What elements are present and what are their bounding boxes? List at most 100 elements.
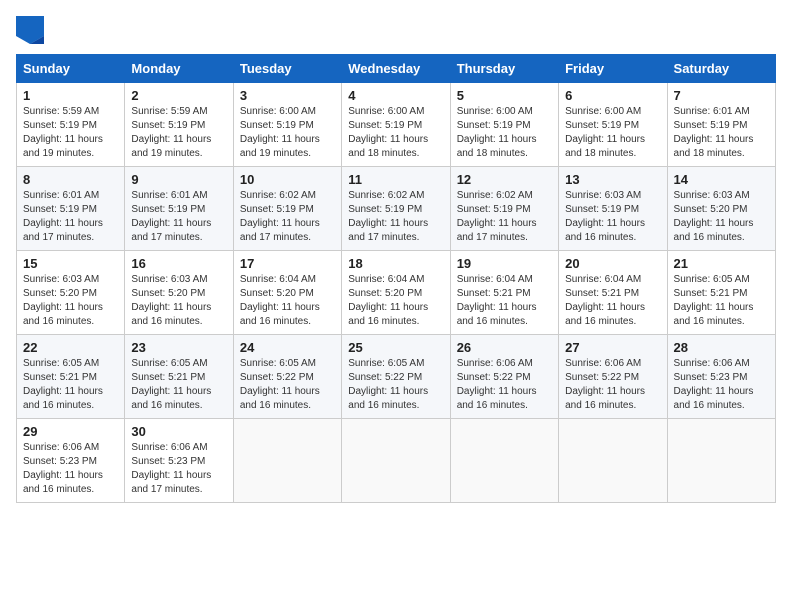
calendar-day: 1 Sunrise: 5:59 AMSunset: 5:19 PMDayligh… [17,83,125,167]
day-info: Sunrise: 6:02 AMSunset: 5:19 PMDaylight:… [240,190,320,243]
calendar-week-2: 8 Sunrise: 6:01 AMSunset: 5:19 PMDayligh… [17,167,776,251]
calendar-day [450,419,558,503]
calendar-day: 15 Sunrise: 6:03 AMSunset: 5:20 PMDaylig… [17,251,125,335]
day-number: 18 [348,256,443,271]
column-header-wednesday: Wednesday [342,55,450,83]
column-header-monday: Monday [125,55,233,83]
day-info: Sunrise: 6:01 AMSunset: 5:19 PMDaylight:… [23,190,103,243]
calendar-day: 2 Sunrise: 5:59 AMSunset: 5:19 PMDayligh… [125,83,233,167]
calendar-day: 14 Sunrise: 6:03 AMSunset: 5:20 PMDaylig… [667,167,775,251]
column-header-thursday: Thursday [450,55,558,83]
calendar-day: 7 Sunrise: 6:01 AMSunset: 5:19 PMDayligh… [667,83,775,167]
day-number: 7 [674,88,769,103]
day-number: 13 [565,172,660,187]
day-info: Sunrise: 6:06 AMSunset: 5:22 PMDaylight:… [457,358,537,411]
day-info: Sunrise: 6:05 AMSunset: 5:22 PMDaylight:… [240,358,320,411]
calendar-table: SundayMondayTuesdayWednesdayThursdayFrid… [16,54,776,503]
calendar-day [342,419,450,503]
logo-icon [16,16,44,44]
column-header-tuesday: Tuesday [233,55,341,83]
calendar-day: 5 Sunrise: 6:00 AMSunset: 5:19 PMDayligh… [450,83,558,167]
column-header-sunday: Sunday [17,55,125,83]
calendar-day: 23 Sunrise: 6:05 AMSunset: 5:21 PMDaylig… [125,335,233,419]
calendar-day: 10 Sunrise: 6:02 AMSunset: 5:19 PMDaylig… [233,167,341,251]
calendar-day [559,419,667,503]
day-number: 15 [23,256,118,271]
calendar-day: 8 Sunrise: 6:01 AMSunset: 5:19 PMDayligh… [17,167,125,251]
day-number: 6 [565,88,660,103]
day-info: Sunrise: 5:59 AMSunset: 5:19 PMDaylight:… [23,106,103,159]
day-info: Sunrise: 6:00 AMSunset: 5:19 PMDaylight:… [565,106,645,159]
day-number: 2 [131,88,226,103]
calendar-day: 20 Sunrise: 6:04 AMSunset: 5:21 PMDaylig… [559,251,667,335]
calendar-day: 18 Sunrise: 6:04 AMSunset: 5:20 PMDaylig… [342,251,450,335]
calendar-day: 26 Sunrise: 6:06 AMSunset: 5:22 PMDaylig… [450,335,558,419]
day-info: Sunrise: 6:05 AMSunset: 5:21 PMDaylight:… [131,358,211,411]
day-number: 8 [23,172,118,187]
day-number: 22 [23,340,118,355]
day-info: Sunrise: 6:06 AMSunset: 5:23 PMDaylight:… [674,358,754,411]
day-info: Sunrise: 6:01 AMSunset: 5:19 PMDaylight:… [131,190,211,243]
calendar-day: 6 Sunrise: 6:00 AMSunset: 5:19 PMDayligh… [559,83,667,167]
calendar-day: 17 Sunrise: 6:04 AMSunset: 5:20 PMDaylig… [233,251,341,335]
day-info: Sunrise: 6:06 AMSunset: 5:23 PMDaylight:… [23,442,103,495]
day-info: Sunrise: 6:06 AMSunset: 5:23 PMDaylight:… [131,442,211,495]
calendar-day: 27 Sunrise: 6:06 AMSunset: 5:22 PMDaylig… [559,335,667,419]
day-info: Sunrise: 6:00 AMSunset: 5:19 PMDaylight:… [348,106,428,159]
day-info: Sunrise: 6:02 AMSunset: 5:19 PMDaylight:… [457,190,537,243]
day-info: Sunrise: 6:04 AMSunset: 5:21 PMDaylight:… [565,274,645,327]
day-number: 27 [565,340,660,355]
calendar-header-row: SundayMondayTuesdayWednesdayThursdayFrid… [17,55,776,83]
day-number: 11 [348,172,443,187]
day-number: 25 [348,340,443,355]
day-number: 16 [131,256,226,271]
day-number: 26 [457,340,552,355]
day-info: Sunrise: 6:03 AMSunset: 5:20 PMDaylight:… [23,274,103,327]
day-info: Sunrise: 5:59 AMSunset: 5:19 PMDaylight:… [131,106,211,159]
logo [16,16,48,44]
day-info: Sunrise: 6:04 AMSunset: 5:21 PMDaylight:… [457,274,537,327]
calendar-day: 11 Sunrise: 6:02 AMSunset: 5:19 PMDaylig… [342,167,450,251]
day-number: 17 [240,256,335,271]
day-number: 30 [131,424,226,439]
calendar-week-4: 22 Sunrise: 6:05 AMSunset: 5:21 PMDaylig… [17,335,776,419]
day-number: 21 [674,256,769,271]
day-number: 4 [348,88,443,103]
day-info: Sunrise: 6:01 AMSunset: 5:19 PMDaylight:… [674,106,754,159]
column-header-friday: Friday [559,55,667,83]
day-number: 23 [131,340,226,355]
calendar-day: 16 Sunrise: 6:03 AMSunset: 5:20 PMDaylig… [125,251,233,335]
day-number: 12 [457,172,552,187]
day-number: 9 [131,172,226,187]
day-info: Sunrise: 6:02 AMSunset: 5:19 PMDaylight:… [348,190,428,243]
calendar-day: 25 Sunrise: 6:05 AMSunset: 5:22 PMDaylig… [342,335,450,419]
calendar-day: 30 Sunrise: 6:06 AMSunset: 5:23 PMDaylig… [125,419,233,503]
calendar-day: 3 Sunrise: 6:00 AMSunset: 5:19 PMDayligh… [233,83,341,167]
day-info: Sunrise: 6:03 AMSunset: 5:19 PMDaylight:… [565,190,645,243]
day-number: 3 [240,88,335,103]
day-number: 24 [240,340,335,355]
calendar-day [233,419,341,503]
calendar-week-1: 1 Sunrise: 5:59 AMSunset: 5:19 PMDayligh… [17,83,776,167]
calendar-day [667,419,775,503]
calendar-day: 21 Sunrise: 6:05 AMSunset: 5:21 PMDaylig… [667,251,775,335]
calendar-day: 29 Sunrise: 6:06 AMSunset: 5:23 PMDaylig… [17,419,125,503]
calendar-week-5: 29 Sunrise: 6:06 AMSunset: 5:23 PMDaylig… [17,419,776,503]
day-info: Sunrise: 6:03 AMSunset: 5:20 PMDaylight:… [674,190,754,243]
day-number: 20 [565,256,660,271]
column-header-saturday: Saturday [667,55,775,83]
day-info: Sunrise: 6:03 AMSunset: 5:20 PMDaylight:… [131,274,211,327]
calendar-day: 12 Sunrise: 6:02 AMSunset: 5:19 PMDaylig… [450,167,558,251]
calendar-day: 9 Sunrise: 6:01 AMSunset: 5:19 PMDayligh… [125,167,233,251]
day-number: 10 [240,172,335,187]
day-info: Sunrise: 6:05 AMSunset: 5:21 PMDaylight:… [23,358,103,411]
day-info: Sunrise: 6:00 AMSunset: 5:19 PMDaylight:… [457,106,537,159]
calendar-day: 13 Sunrise: 6:03 AMSunset: 5:19 PMDaylig… [559,167,667,251]
page-header [16,16,776,44]
calendar-day: 4 Sunrise: 6:00 AMSunset: 5:19 PMDayligh… [342,83,450,167]
day-number: 5 [457,88,552,103]
day-info: Sunrise: 6:00 AMSunset: 5:19 PMDaylight:… [240,106,320,159]
day-info: Sunrise: 6:05 AMSunset: 5:22 PMDaylight:… [348,358,428,411]
calendar-day: 22 Sunrise: 6:05 AMSunset: 5:21 PMDaylig… [17,335,125,419]
day-number: 28 [674,340,769,355]
